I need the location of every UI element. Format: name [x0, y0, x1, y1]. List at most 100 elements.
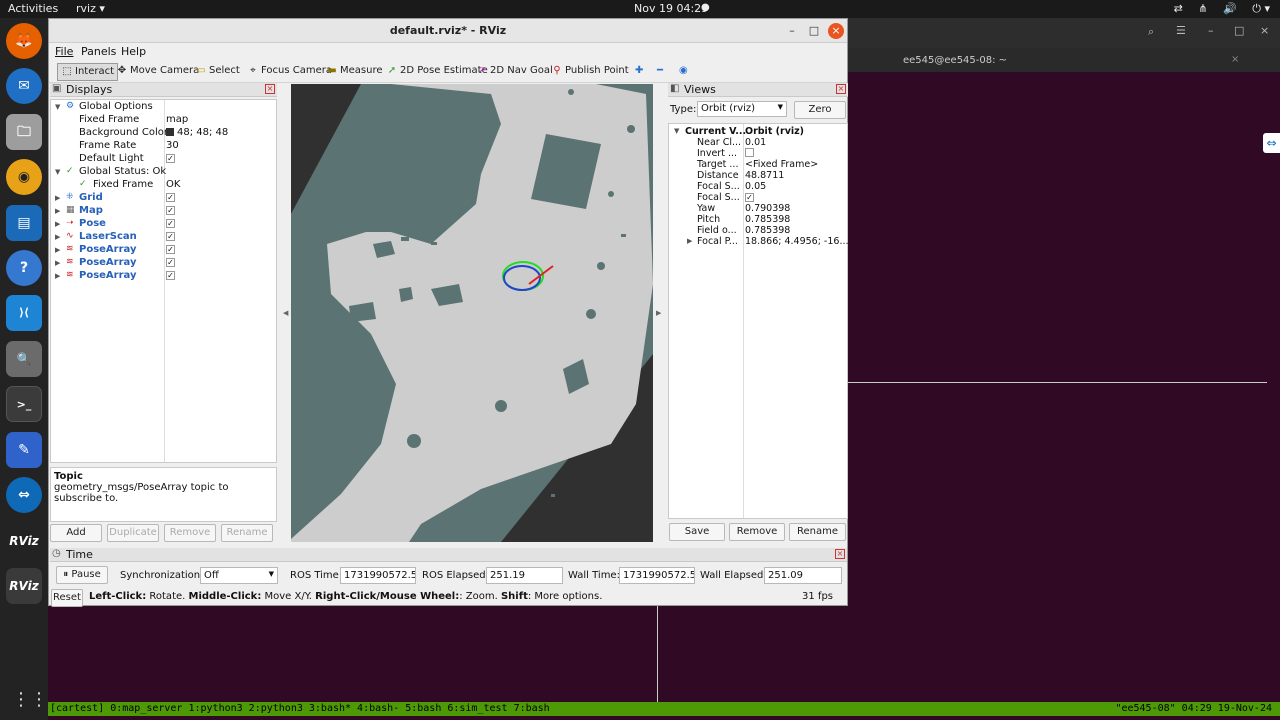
files-icon[interactable]: 🗀: [6, 114, 42, 150]
checkbox[interactable]: ✓: [166, 271, 175, 280]
add-button[interactable]: Add: [50, 524, 102, 542]
tree-row-posearray[interactable]: ▶ ≋ PoseArray ✓: [51, 257, 276, 270]
checkbox[interactable]: ✓: [166, 206, 175, 215]
view-type-select[interactable]: Orbit (rviz) ▼: [697, 101, 787, 117]
rename-view-button[interactable]: Rename: [789, 523, 846, 541]
view-row[interactable]: Field o... 0.785398: [669, 225, 847, 236]
share-icon[interactable]: ⋔: [1198, 2, 1207, 15]
render-view[interactable]: [291, 84, 653, 542]
select-tool[interactable]: ▭ Select: [192, 63, 243, 81]
teamviewer-icon[interactable]: ⇔: [6, 477, 42, 513]
view-row[interactable]: Invert ...: [669, 148, 847, 159]
collapse-arrow-icon[interactable]: ▶: [687, 237, 692, 245]
row-value[interactable]: 48; 48; 48: [166, 127, 228, 138]
displays-tree[interactable]: ▼ ⚙ Global Options Fixed Frame map Backg…: [50, 99, 277, 463]
row-value[interactable]: 48.8711: [745, 170, 784, 181]
publish-point-tool[interactable]: ⚲ Publish Point: [548, 63, 632, 81]
system-tray[interactable]: ⇄ ⋔ 🔊 ⏻ ▾: [1162, 2, 1270, 16]
search-icon[interactable]: 🔍: [6, 341, 42, 377]
views-tree[interactable]: ▼ Current V... Orbit (rviz) Near Cl... 0.…: [668, 123, 852, 519]
collapse-arrow-icon[interactable]: ▶: [55, 259, 60, 267]
tree-row-laserscan[interactable]: ▶ ∿ LaserScan ✓: [51, 231, 276, 244]
save-button[interactable]: Save: [669, 523, 725, 541]
reset-button[interactable]: Reset: [51, 589, 83, 607]
tree-row-global-status[interactable]: ▼ ✓ Global Status: Ok: [51, 166, 276, 179]
checkbox[interactable]: ✓: [745, 193, 754, 202]
collapse-arrow-icon[interactable]: ▶: [55, 220, 60, 228]
tree-row-background-color[interactable]: Background Color 48; 48; 48: [51, 127, 276, 140]
ros-elapsed-field[interactable]: 251.19: [486, 567, 563, 584]
close-button[interactable]: ×: [828, 23, 844, 39]
row-value[interactable]: 0.01: [745, 137, 766, 148]
minimize-icon[interactable]: –: [1208, 24, 1214, 37]
tree-row-map[interactable]: ▶ ▦ Map ✓: [51, 205, 276, 218]
camera-type-icon[interactable]: ◉: [676, 63, 691, 81]
row-value[interactable]: 0.05: [745, 181, 766, 192]
search-icon[interactable]: ⌕: [1148, 25, 1154, 39]
measure-tool[interactable]: ▬ Measure: [323, 63, 386, 81]
rename-button[interactable]: Rename: [221, 524, 273, 542]
panel-close-icon[interactable]: ×: [265, 84, 275, 94]
activities-button[interactable]: Activities: [8, 2, 58, 15]
add-tool-icon[interactable]: ✚: [632, 63, 646, 81]
checkbox[interactable]: ✓: [166, 232, 175, 241]
checkbox[interactable]: ✓: [166, 219, 175, 228]
tree-row-frame-rate[interactable]: Frame Rate 30: [51, 140, 276, 153]
collapse-arrow-icon[interactable]: ▶: [55, 207, 60, 215]
view-row[interactable]: Yaw 0.790398: [669, 203, 847, 214]
move-camera-tool[interactable]: ✥ Move Camera: [113, 63, 202, 81]
network-icon[interactable]: ⇄: [1174, 2, 1183, 15]
writer-icon[interactable]: ▤: [6, 205, 42, 241]
tree-row-posearray[interactable]: ▶ ≋ PoseArray ✓: [51, 270, 276, 283]
vscode-icon[interactable]: ⟩⟨: [6, 295, 42, 331]
checkbox[interactable]: ✓: [166, 258, 175, 267]
text-editor-icon[interactable]: ✎: [6, 432, 42, 468]
expand-arrow-icon[interactable]: ▼: [55, 168, 60, 176]
terminal-tab[interactable]: ee545@ee545-08: ~ ×: [848, 48, 1280, 72]
wall-time-field[interactable]: 1731990572.53: [619, 567, 695, 584]
view-row-current[interactable]: ▼ Current V... Orbit (rviz): [669, 126, 847, 137]
row-value[interactable]: <Fixed Frame>: [745, 159, 818, 170]
view-row[interactable]: Target ... <Fixed Frame>: [669, 159, 847, 170]
checkbox[interactable]: ✓: [166, 245, 175, 254]
wall-elapsed-field[interactable]: 251.09: [764, 567, 842, 584]
row-value[interactable]: 0.785398: [745, 214, 790, 225]
tree-row-default-light[interactable]: Default Light ✓: [51, 153, 276, 166]
row-value[interactable]: 0.790398: [745, 203, 790, 214]
teamviewer-panel-icon[interactable]: ⇔: [1263, 133, 1280, 153]
focus-camera-tool[interactable]: ⌖ Focus Camera: [244, 63, 335, 81]
collapse-arrow-icon[interactable]: ▶: [55, 246, 60, 254]
checkbox[interactable]: [745, 148, 754, 157]
minimize-button[interactable]: –: [784, 23, 800, 39]
remove-button[interactable]: Remove: [164, 524, 216, 542]
menu-help[interactable]: Help: [121, 45, 146, 58]
tree-row-fixed-frame-status[interactable]: ✓ Fixed Frame OK: [51, 179, 276, 192]
tab-close-icon[interactable]: ×: [1231, 54, 1239, 65]
menu-file[interactable]: File: [55, 45, 73, 58]
view-row[interactable]: ▶ Focal P... 18.866; 4.4956; -16....: [669, 236, 852, 247]
hamburger-menu-icon[interactable]: ☰: [1176, 24, 1186, 37]
tree-row-fixed-frame[interactable]: Fixed Frame map: [51, 114, 276, 127]
expand-arrow-icon[interactable]: ▼: [674, 127, 679, 135]
row-value[interactable]: 0.785398: [745, 225, 790, 236]
maximize-button[interactable]: □: [806, 23, 822, 39]
row-value[interactable]: 18.866; 4.4956; -16....: [745, 236, 852, 247]
synchronization-select[interactable]: Off ▼: [200, 567, 278, 584]
help-icon[interactable]: ?: [6, 250, 42, 286]
collapse-arrow-icon[interactable]: ▶: [55, 233, 60, 241]
row-value[interactable]: 30: [166, 140, 179, 151]
terminal-icon[interactable]: >_: [6, 386, 42, 422]
rhythmbox-icon[interactable]: ◉: [6, 159, 42, 195]
2d-nav-goal-tool[interactable]: ➚ 2D Nav Goal: [473, 63, 556, 81]
rviz-icon[interactable]: RViz: [6, 523, 42, 559]
thunderbird-icon[interactable]: ✉: [6, 68, 42, 104]
expand-arrow-icon[interactable]: ▼: [55, 103, 60, 111]
panel-close-icon[interactable]: ×: [836, 84, 846, 94]
maximize-icon[interactable]: □: [1234, 24, 1244, 37]
volume-icon[interactable]: 🔊: [1223, 2, 1237, 15]
panel-close-icon[interactable]: ×: [835, 549, 845, 559]
window-titlebar[interactable]: default.rviz* - RViz – □ ×: [49, 19, 847, 43]
clock[interactable]: Nov 19 04:29: [634, 2, 708, 15]
remove-view-button[interactable]: Remove: [729, 523, 785, 541]
remove-tool-icon[interactable]: ━: [654, 63, 666, 81]
